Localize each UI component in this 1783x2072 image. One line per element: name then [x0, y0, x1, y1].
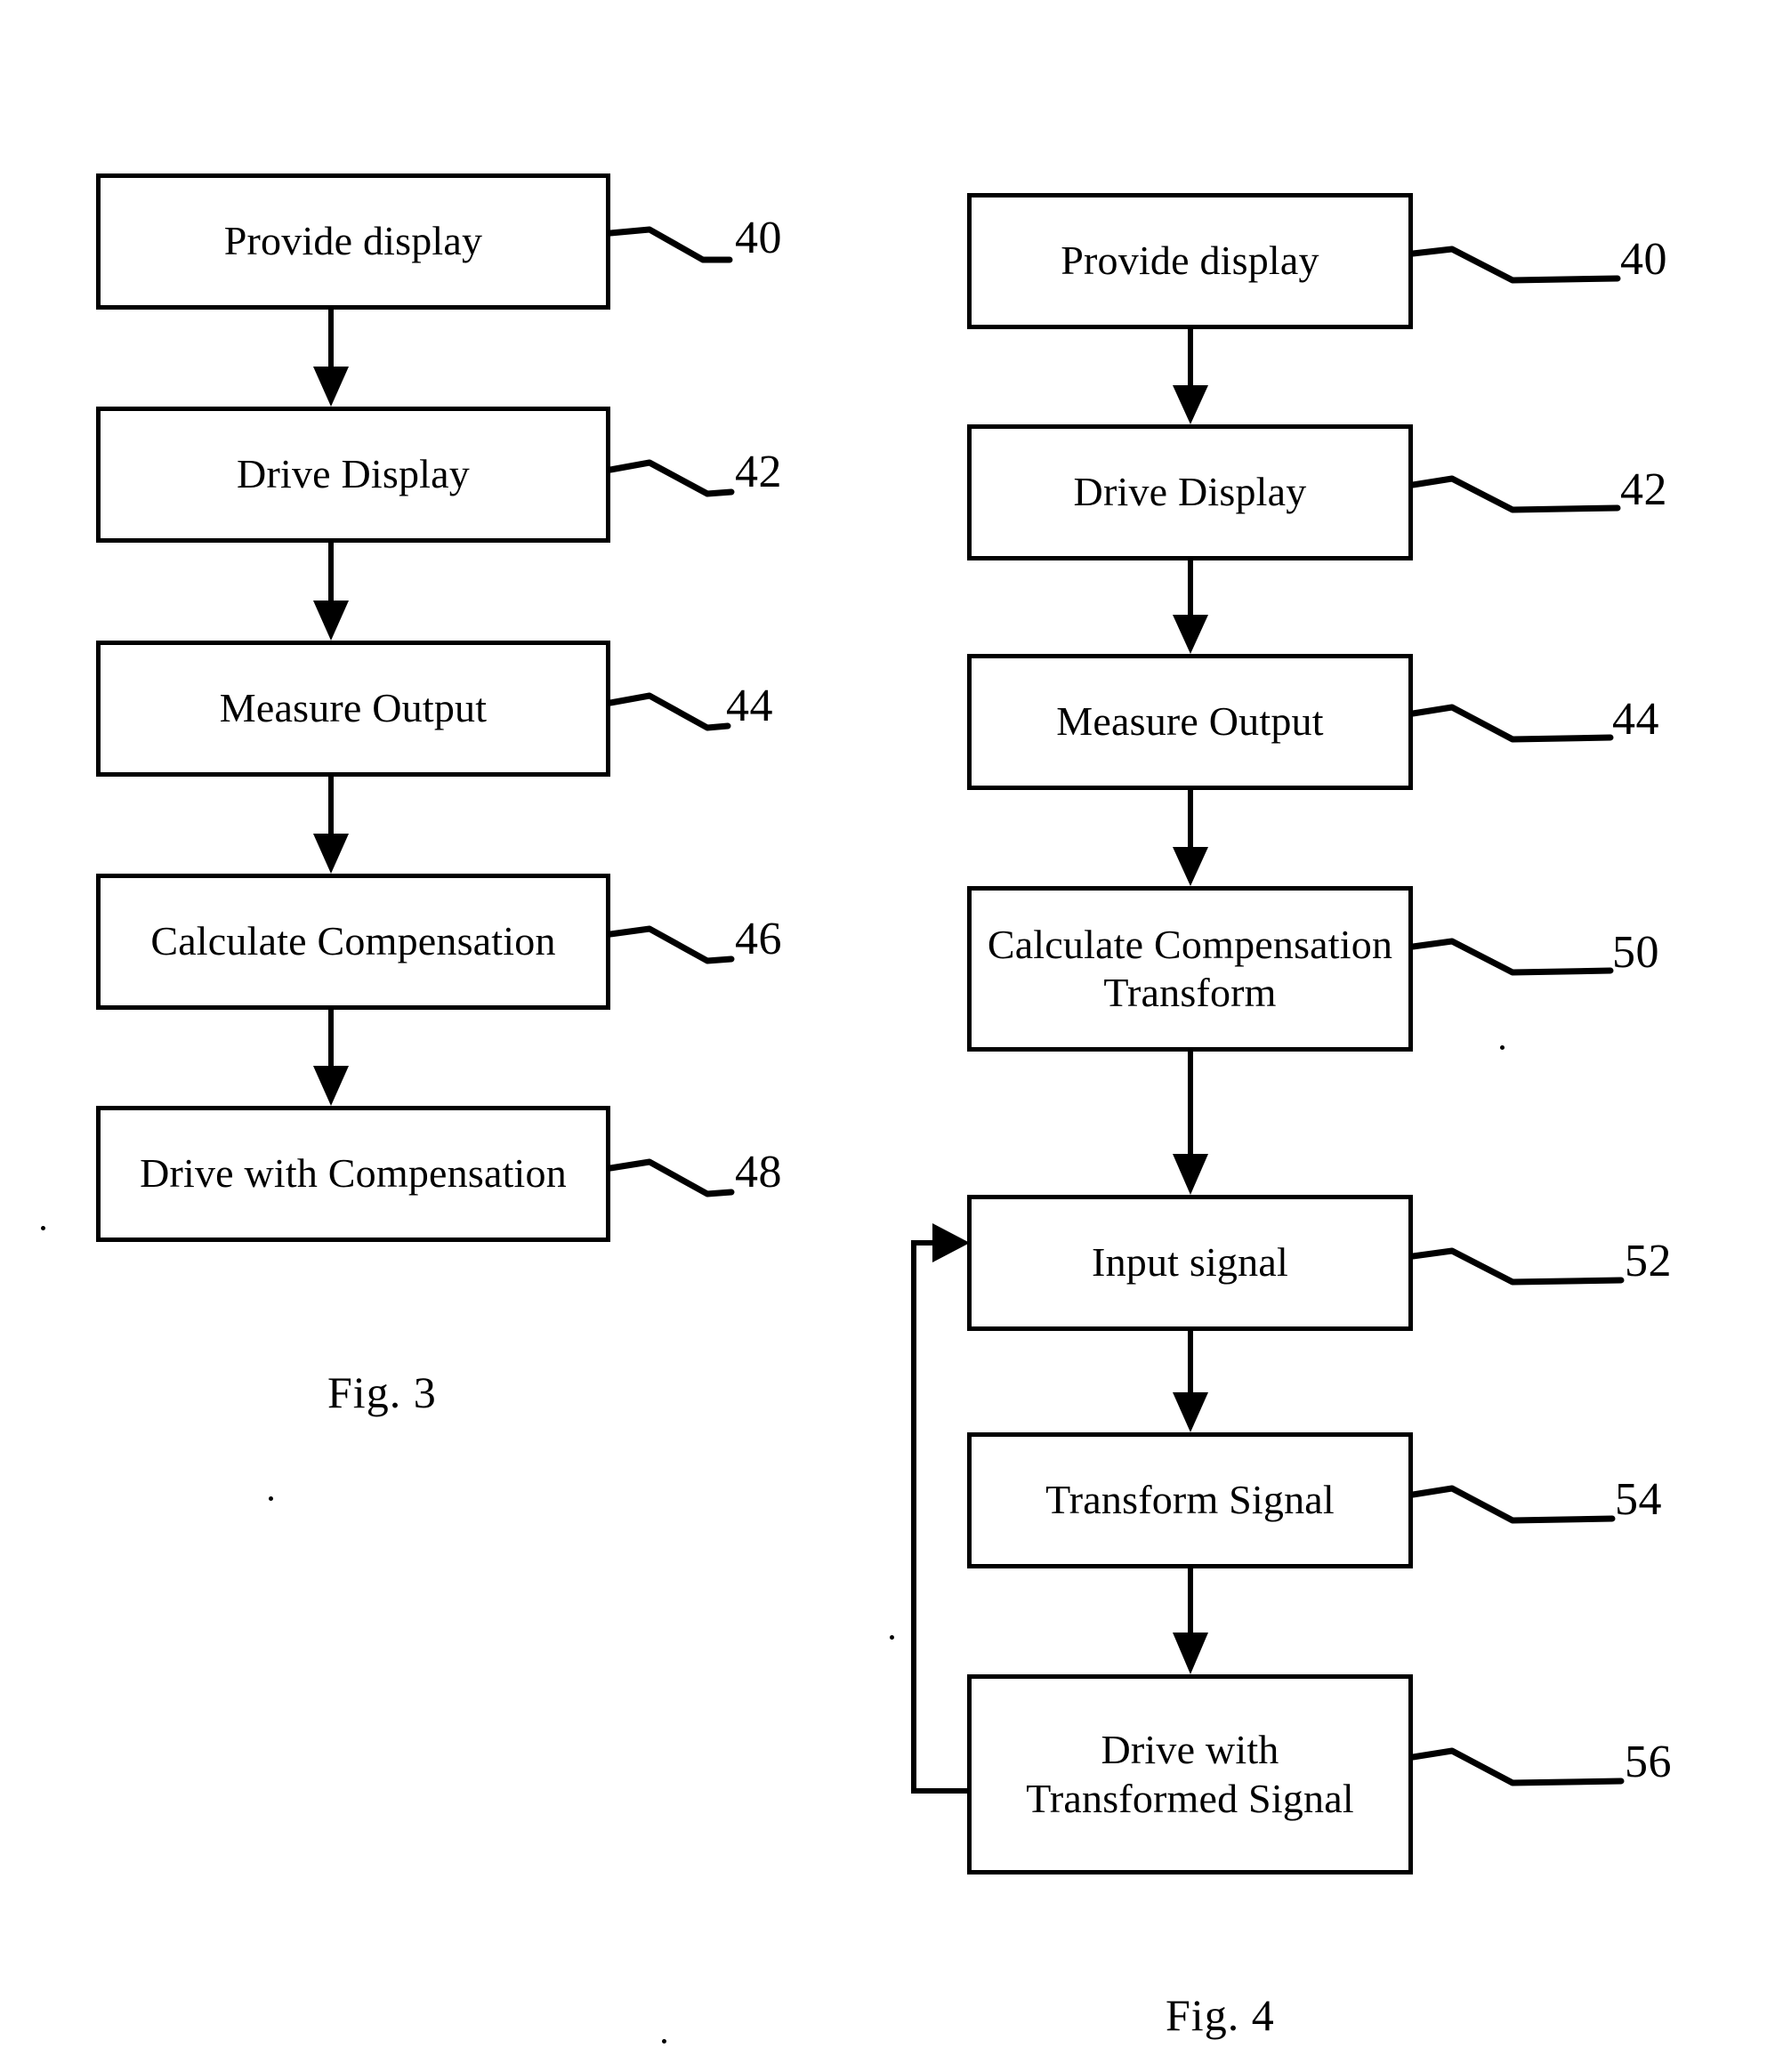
fig4-connector-4-5	[1173, 1052, 1208, 1195]
fig3-step-label-5: Drive with Compensation	[140, 1150, 567, 1197]
fig3-step-label-4: Calculate Compensation	[150, 918, 556, 964]
fig3-ref-numeral-40: 40	[735, 213, 782, 263]
fig3-step-box-provide-display: Provide display	[96, 173, 610, 310]
fig3-lead-line-48	[607, 1158, 735, 1197]
fig4-connector-3-4	[1173, 790, 1208, 886]
fig3-lead-line-46	[607, 925, 735, 964]
fig3-step-box-drive-with-compensation: Drive with Compensation	[96, 1106, 610, 1242]
fig4-lead-line-52	[1409, 1247, 1625, 1286]
fig3-ref-numeral-44: 44	[726, 681, 773, 731]
fig4-step-label-5: Input signal	[1092, 1239, 1288, 1286]
fig4-lead-line-44	[1409, 704, 1614, 743]
fig3-ref-numeral-46: 46	[735, 914, 782, 964]
fig4-ref-numeral-42: 42	[1620, 464, 1667, 515]
scan-speck	[41, 1226, 45, 1230]
fig3-connector-1-2	[313, 310, 349, 407]
fig4-step-label-2: Drive Display	[1073, 469, 1307, 515]
fig4-step-box-transform-signal: Transform Signal	[967, 1432, 1413, 1568]
scan-speck	[662, 2039, 666, 2044]
fig3-step-label-2: Drive Display	[237, 451, 470, 497]
fig4-step-label-6: Transform Signal	[1045, 1477, 1335, 1523]
fig4-ref-numeral-40: 40	[1620, 234, 1667, 285]
fig4-lead-line-42	[1409, 475, 1621, 513]
fig4-step-box-drive-with-transformed-signal: Drive with Transformed Signal	[967, 1674, 1413, 1874]
fig4-step-label-4: Calculate Compensation Transform	[987, 921, 1393, 1015]
fig4-step-label-1: Provide display	[1061, 238, 1319, 284]
fig3-step-label-3: Measure Output	[219, 685, 488, 731]
fig3-ref-numeral-48: 48	[735, 1147, 782, 1197]
fig4-connector-2-3	[1173, 560, 1208, 654]
fig3-step-label-1: Provide display	[223, 218, 483, 264]
fig4-feedback-loop	[911, 1223, 970, 1794]
fig3-step-box-measure-output: Measure Output	[96, 641, 610, 777]
fig4-lead-line-50	[1409, 938, 1614, 976]
fig4-step-box-measure-output: Measure Output	[967, 654, 1413, 790]
fig4-connector-1-2	[1173, 329, 1208, 424]
scan-speck	[1500, 1045, 1505, 1050]
connector-overlay	[313, 226, 1625, 1794]
fig4-ref-numeral-44: 44	[1612, 694, 1659, 745]
fig4-step-box-provide-display: Provide display	[967, 193, 1413, 329]
fig3-connector-3-4	[313, 777, 349, 874]
fig4-ref-numeral-50: 50	[1612, 927, 1659, 978]
fig4-caption: Fig. 4	[1166, 1990, 1275, 2040]
fig3-lead-line-44	[607, 692, 731, 731]
fig4-ref-numeral-54: 54	[1615, 1474, 1662, 1525]
fig4-lead-line-56	[1409, 1747, 1625, 1786]
fig4-connector-6-7	[1173, 1568, 1208, 1674]
scan-speck	[890, 1635, 894, 1640]
fig4-step-label-7: Drive with Transformed Signal	[1026, 1727, 1354, 1821]
scan-speck	[269, 1496, 273, 1501]
fig4-step-box-drive-display: Drive Display	[967, 424, 1413, 560]
fig3-ref-numeral-42: 42	[735, 447, 782, 497]
fig3-step-box-calculate-compensation: Calculate Compensation	[96, 874, 610, 1010]
fig4-step-box-calculate-compensation-transform: Calculate Compensation Transform	[967, 886, 1413, 1052]
fig4-step-box-input-signal: Input signal	[967, 1195, 1413, 1331]
fig4-step-label-3: Measure Output	[1056, 698, 1324, 745]
fig4-ref-numeral-52: 52	[1625, 1236, 1672, 1286]
fig4-lead-line-40	[1409, 246, 1621, 284]
fig3-caption: Fig. 3	[327, 1367, 437, 1417]
fig3-connector-2-3	[313, 543, 349, 641]
fig3-lead-line-40	[607, 226, 733, 263]
fig3-lead-line-42	[607, 459, 735, 497]
fig3-connector-4-5	[313, 1010, 349, 1106]
patent-figure-sheet: Provide display Drive Display Measure Ou…	[0, 0, 1783, 2072]
fig3-step-box-drive-display: Drive Display	[96, 407, 610, 543]
fig4-ref-numeral-56: 56	[1625, 1737, 1672, 1787]
fig4-lead-line-54	[1409, 1485, 1616, 1524]
fig4-connector-5-6	[1173, 1331, 1208, 1432]
